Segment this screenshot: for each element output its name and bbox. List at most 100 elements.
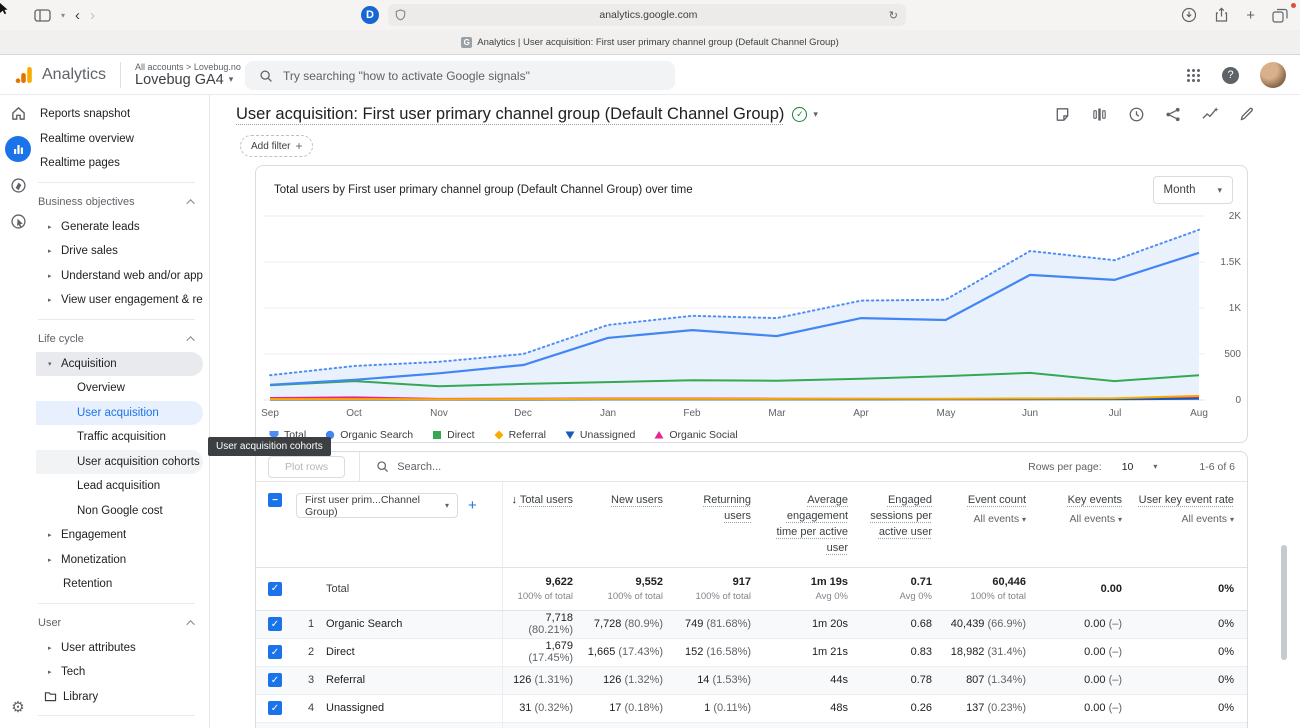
report-title-caret-icon[interactable]: ▾ xyxy=(813,109,818,120)
screen: ▾ ‹ › D analytics.google.com ↻ + xyxy=(0,0,1300,728)
table-header-row: − First user prim...Channel Group)▾ + ↓ … xyxy=(256,482,1247,567)
sidebar-item-retention[interactable]: Retention xyxy=(36,572,203,597)
reports-icon[interactable] xyxy=(0,131,36,167)
column-header-user-key-event-rate[interactable]: User key event rate All events ▾ xyxy=(1135,482,1247,567)
sidebar-item-lead-acquisition[interactable]: Lead acquisition xyxy=(36,474,203,499)
sidebar-item-realtime-overview[interactable]: Realtime overview xyxy=(36,127,203,152)
main-scrollbar-thumb[interactable] xyxy=(1281,545,1287,660)
property-selector[interactable]: All accounts > Lovebug.no Lovebug GA4 ▾ xyxy=(120,62,241,88)
expand-arrow-icon[interactable]: ▸ xyxy=(48,296,57,304)
metric-cell: 0.83 xyxy=(861,638,945,666)
extension-badge[interactable]: D xyxy=(361,6,379,24)
clock-icon[interactable] xyxy=(1128,106,1145,123)
column-header-engaged-sessions-per-active-user[interactable]: Engaged sessions per active user xyxy=(861,482,945,567)
expand-arrow-icon[interactable]: ▸ xyxy=(48,668,57,676)
sidebar-menu-caret[interactable]: ▾ xyxy=(61,11,65,20)
column-header-returning-users[interactable]: Returning users xyxy=(676,482,764,567)
address-bar[interactable]: analytics.google.com ↻ xyxy=(388,4,906,26)
column-header-new-users[interactable]: New users xyxy=(586,482,676,567)
sidebar-section-user[interactable]: User xyxy=(36,610,209,636)
help-icon[interactable]: ? xyxy=(1222,67,1239,84)
plot-rows-button[interactable]: Plot rows xyxy=(268,456,345,478)
expand-arrow-icon[interactable]: ▸ xyxy=(48,531,57,539)
insights-icon[interactable] xyxy=(1201,106,1219,122)
legend-item-unassigned[interactable]: Unassigned xyxy=(565,429,635,441)
sidebar-item-user-acquisition-cohorts[interactable]: User acquisition cohorts xyxy=(36,450,203,475)
expand-arrow-icon[interactable]: ▸ xyxy=(48,247,57,255)
sidebar-item-drive-sales[interactable]: ▸Drive sales xyxy=(36,239,203,264)
sidebar-collapse-button[interactable]: ‹ xyxy=(36,722,209,728)
column-header-event-count[interactable]: Event count All events ▾ xyxy=(945,482,1039,567)
advertising-icon[interactable] xyxy=(0,203,36,239)
column-header-key-events[interactable]: Key events All events ▾ xyxy=(1039,482,1135,567)
dimension-select[interactable]: First user prim...Channel Group)▾ xyxy=(296,493,458,518)
sidebar-item-user-attributes[interactable]: ▸User attributes xyxy=(36,636,203,661)
global-search-input[interactable]: Try searching "how to activate Google si… xyxy=(245,61,675,90)
sidebar-section-life-cycle[interactable]: Life cycle xyxy=(36,326,209,352)
expand-arrow-icon[interactable]: ▸ xyxy=(48,644,57,652)
column-filter-select[interactable]: All events ▾ xyxy=(945,513,1026,525)
row-checkbox[interactable]: ✓ xyxy=(268,673,282,687)
sidebar-item-tech[interactable]: ▸Tech xyxy=(36,660,203,685)
user-avatar[interactable] xyxy=(1260,62,1286,88)
admin-gear-icon[interactable]: ⚙ xyxy=(0,698,36,716)
analytics-logo[interactable]: Analytics xyxy=(14,65,106,85)
row-checkbox[interactable]: ✓ xyxy=(268,617,282,631)
collapse-arrow-icon[interactable]: ▾ xyxy=(48,360,57,368)
sidebar-item-generate-leads[interactable]: ▸Generate leads xyxy=(36,215,203,240)
report-title[interactable]: User acquisition: First user primary cha… xyxy=(236,105,784,124)
column-filter-select[interactable]: All events ▾ xyxy=(1039,513,1122,525)
sidebar-item-realtime-pages[interactable]: Realtime pages xyxy=(36,151,203,176)
sidebar-item-non-google-cost[interactable]: Non Google cost xyxy=(36,499,203,524)
legend-item-referral[interactable]: Referral xyxy=(494,429,546,441)
legend-item-organic-social[interactable]: Organic Social xyxy=(654,429,737,441)
add-filter-button[interactable]: Add filter + xyxy=(240,135,313,157)
sidebar-item-understand-web-and-or-app-t[interactable]: ▸Understand web and/or app t... xyxy=(36,264,203,289)
sidebar-item-reports-snapshot[interactable]: Reports snapshot xyxy=(36,102,203,127)
sidebar-item-library[interactable]: Library xyxy=(36,685,203,710)
sidebar-section-business-objectives[interactable]: Business objectives xyxy=(36,189,209,215)
back-button[interactable]: ‹ xyxy=(75,8,80,23)
row-checkbox[interactable]: ✓ xyxy=(268,582,282,596)
downloads-icon[interactable] xyxy=(1181,7,1197,23)
share-icon[interactable] xyxy=(1214,7,1229,23)
timeseries-plot[interactable] xyxy=(264,210,1205,406)
home-icon[interactable] xyxy=(0,95,36,131)
column-header-total-users[interactable]: ↓ Total users xyxy=(502,482,586,567)
new-tab-icon[interactable]: + xyxy=(1246,7,1255,24)
note-icon[interactable] xyxy=(1054,106,1071,123)
rows-per-page-caret-icon[interactable]: ▾ xyxy=(1153,462,1157,471)
privacy-shield-icon[interactable] xyxy=(395,9,406,21)
row-checkbox[interactable]: ✓ xyxy=(268,645,282,659)
add-dimension-button[interactable]: + xyxy=(468,497,477,514)
expand-arrow-icon[interactable]: ▸ xyxy=(48,223,57,231)
sidebar-item-traffic-acquisition[interactable]: Traffic acquisition xyxy=(36,425,203,450)
sidebar-item-acquisition[interactable]: ▾Acquisition xyxy=(36,352,203,377)
reload-icon[interactable]: ↻ xyxy=(889,9,898,22)
row-checkbox[interactable]: ✓ xyxy=(268,701,282,715)
column-header-average-engagement-time-per-active-user[interactable]: Average engagement time per active user xyxy=(764,482,861,567)
expand-arrow-icon[interactable]: ▸ xyxy=(48,556,57,564)
column-filter-select[interactable]: All events ▾ xyxy=(1135,513,1234,525)
explore-icon[interactable] xyxy=(0,167,36,203)
legend-item-direct[interactable]: Direct xyxy=(432,429,474,441)
sidebar-item-user-acquisition[interactable]: User acquisition xyxy=(36,401,203,426)
rows-per-page-value[interactable]: 10 xyxy=(1122,461,1134,473)
tab-overview-icon[interactable] xyxy=(1272,8,1288,23)
apps-grid-icon[interactable] xyxy=(1186,68,1201,83)
edit-icon[interactable] xyxy=(1239,106,1255,122)
comparison-icon[interactable] xyxy=(1091,106,1108,123)
expand-arrow-icon[interactable]: ▸ xyxy=(48,272,57,280)
legend-item-organic-search[interactable]: Organic Search xyxy=(325,429,413,441)
metric-cell: 34s xyxy=(764,722,861,728)
sidebar-item-overview[interactable]: Overview xyxy=(36,376,203,401)
sidebar-toggle-icon[interactable] xyxy=(34,8,51,23)
sidebar-item-monetization[interactable]: ▸Monetization xyxy=(36,548,203,573)
granularity-select[interactable]: Month ▾ xyxy=(1153,176,1234,204)
sidebar-item-engagement[interactable]: ▸Engagement xyxy=(36,523,203,548)
sidebar-item-view-user-engagement-rete[interactable]: ▸View user engagement & rete... xyxy=(36,288,203,313)
select-all-checkbox[interactable]: − xyxy=(268,493,282,507)
share-icon[interactable] xyxy=(1165,106,1181,123)
active-tab[interactable]: G Analytics | User acquisition: First us… xyxy=(461,37,839,48)
table-search-input[interactable]: Search... xyxy=(376,460,441,473)
